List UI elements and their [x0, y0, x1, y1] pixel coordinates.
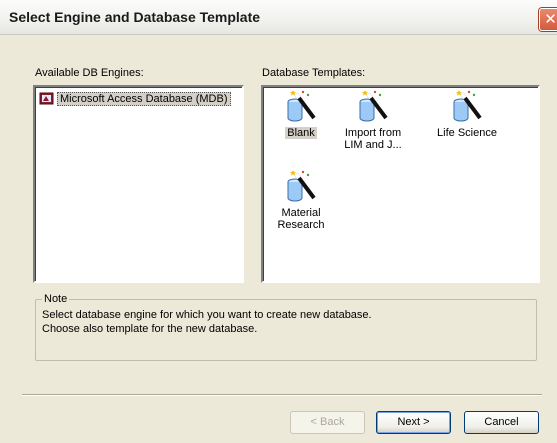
close-button[interactable]: ✕: [539, 8, 557, 31]
database-wand-icon: [287, 90, 316, 122]
note-line-1: Select database engine for which you wan…: [42, 309, 372, 321]
note-title: Note: [42, 293, 70, 305]
template-label: Life Science: [437, 127, 497, 139]
title-bar[interactable]: Select Engine and Database Template ✕: [0, 0, 557, 35]
database-wand-icon: [359, 90, 388, 122]
note-groupbox: Note Select database engine for which yo…: [35, 293, 537, 361]
database-wand-icon: [287, 170, 316, 202]
template-label: Material Research: [277, 207, 325, 231]
templates-listbox[interactable]: Blank Import from LIM and J... Life Scie…: [261, 85, 540, 283]
engines-listbox[interactable]: Microsoft Access Database (MDB): [33, 85, 244, 283]
engines-label: Available DB Engines:: [35, 67, 144, 79]
access-db-icon: [39, 92, 54, 105]
template-life-science[interactable]: Life Science: [431, 88, 503, 139]
template-blank[interactable]: Blank: [265, 88, 337, 139]
template-label: Blank: [285, 127, 317, 139]
cancel-button[interactable]: Cancel: [464, 411, 539, 434]
next-button[interactable]: Next >: [376, 411, 451, 434]
window-title: Select Engine and Database Template: [9, 9, 261, 25]
templates-label: Database Templates:: [262, 67, 366, 79]
close-icon: ✕: [544, 10, 557, 28]
template-label: Import from LIM and J...: [344, 127, 402, 151]
note-line-2: Choose also template for the new databas…: [42, 323, 258, 335]
database-wand-icon: [453, 90, 482, 122]
template-material-research[interactable]: Material Research: [265, 168, 337, 231]
dialog-window: Select Engine and Database Template ✕ Av…: [0, 0, 557, 443]
separator: [22, 394, 542, 396]
engine-item-label: Microsoft Access Database (MDB): [57, 92, 231, 106]
back-button[interactable]: < Back: [290, 411, 365, 434]
engine-item-access[interactable]: Microsoft Access Database (MDB): [39, 91, 231, 107]
template-import-lim[interactable]: Import from LIM and J...: [337, 88, 409, 151]
